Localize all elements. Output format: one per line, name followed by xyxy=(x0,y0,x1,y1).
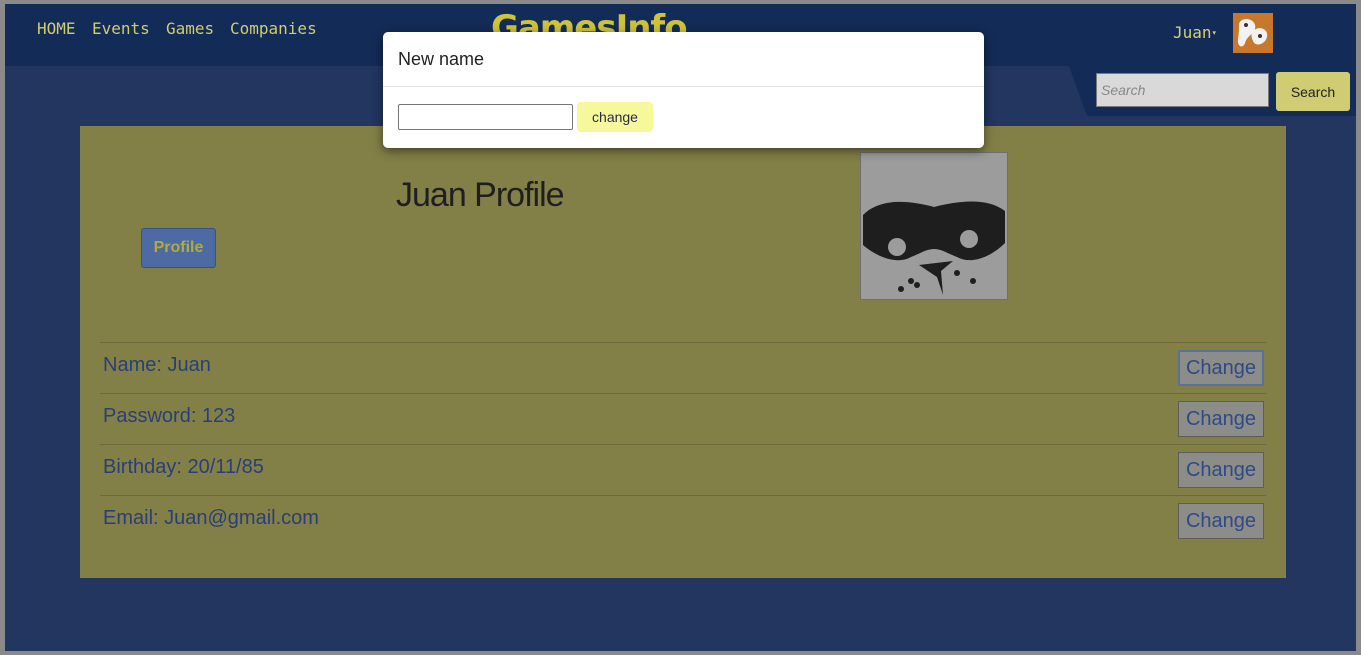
field-label: Name: Juan xyxy=(103,354,211,376)
masked-face-icon xyxy=(860,152,1008,300)
profile-field-list: Name: Juan Change Password: 123 Change B… xyxy=(100,342,1266,546)
modal-header: New name xyxy=(383,32,984,87)
search-button[interactable]: Search xyxy=(1276,72,1350,111)
caret-down-icon: ▾ xyxy=(1211,28,1217,39)
profile-tab-button[interactable]: Profile xyxy=(141,228,216,268)
change-name-button[interactable]: Change xyxy=(1178,350,1264,386)
new-name-input[interactable] xyxy=(398,104,573,130)
modal-title: New name xyxy=(398,49,485,69)
change-password-button[interactable]: Change xyxy=(1178,401,1264,437)
nav-home-link[interactable]: HOME xyxy=(37,19,76,38)
page-title: Juan Profile xyxy=(396,176,565,214)
profile-row-birthday: Birthday: 20/11/85 Change xyxy=(100,444,1266,495)
modal-change-button[interactable]: change xyxy=(577,102,653,132)
change-birthday-button[interactable]: Change xyxy=(1178,452,1264,488)
new-name-modal: New name change xyxy=(383,32,984,148)
search-input[interactable] xyxy=(1096,73,1269,107)
profile-row-email: Email: Juan@gmail.com Change xyxy=(100,495,1266,546)
field-label: Email: Juan@gmail.com xyxy=(103,507,319,529)
profile-row-name: Name: Juan Change xyxy=(100,342,1266,393)
user-menu-toggle[interactable]: Juan▾ xyxy=(1173,23,1217,42)
nav-companies-link[interactable]: Companies xyxy=(230,19,317,38)
profile-panel: Profile Juan Profile Name: Juan Change P… xyxy=(80,126,1286,578)
user-name: Juan xyxy=(1173,23,1212,42)
modal-body: change xyxy=(383,87,984,147)
field-label: Birthday: 20/11/85 xyxy=(103,456,264,478)
field-label: Password: 123 xyxy=(103,405,236,427)
cartoon-avatar-icon[interactable] xyxy=(1233,13,1273,53)
profile-row-password: Password: 123 Change xyxy=(100,393,1266,444)
nav-games-link[interactable]: Games xyxy=(166,19,214,38)
nav-events-link[interactable]: Events xyxy=(92,19,150,38)
change-email-button[interactable]: Change xyxy=(1178,503,1264,539)
